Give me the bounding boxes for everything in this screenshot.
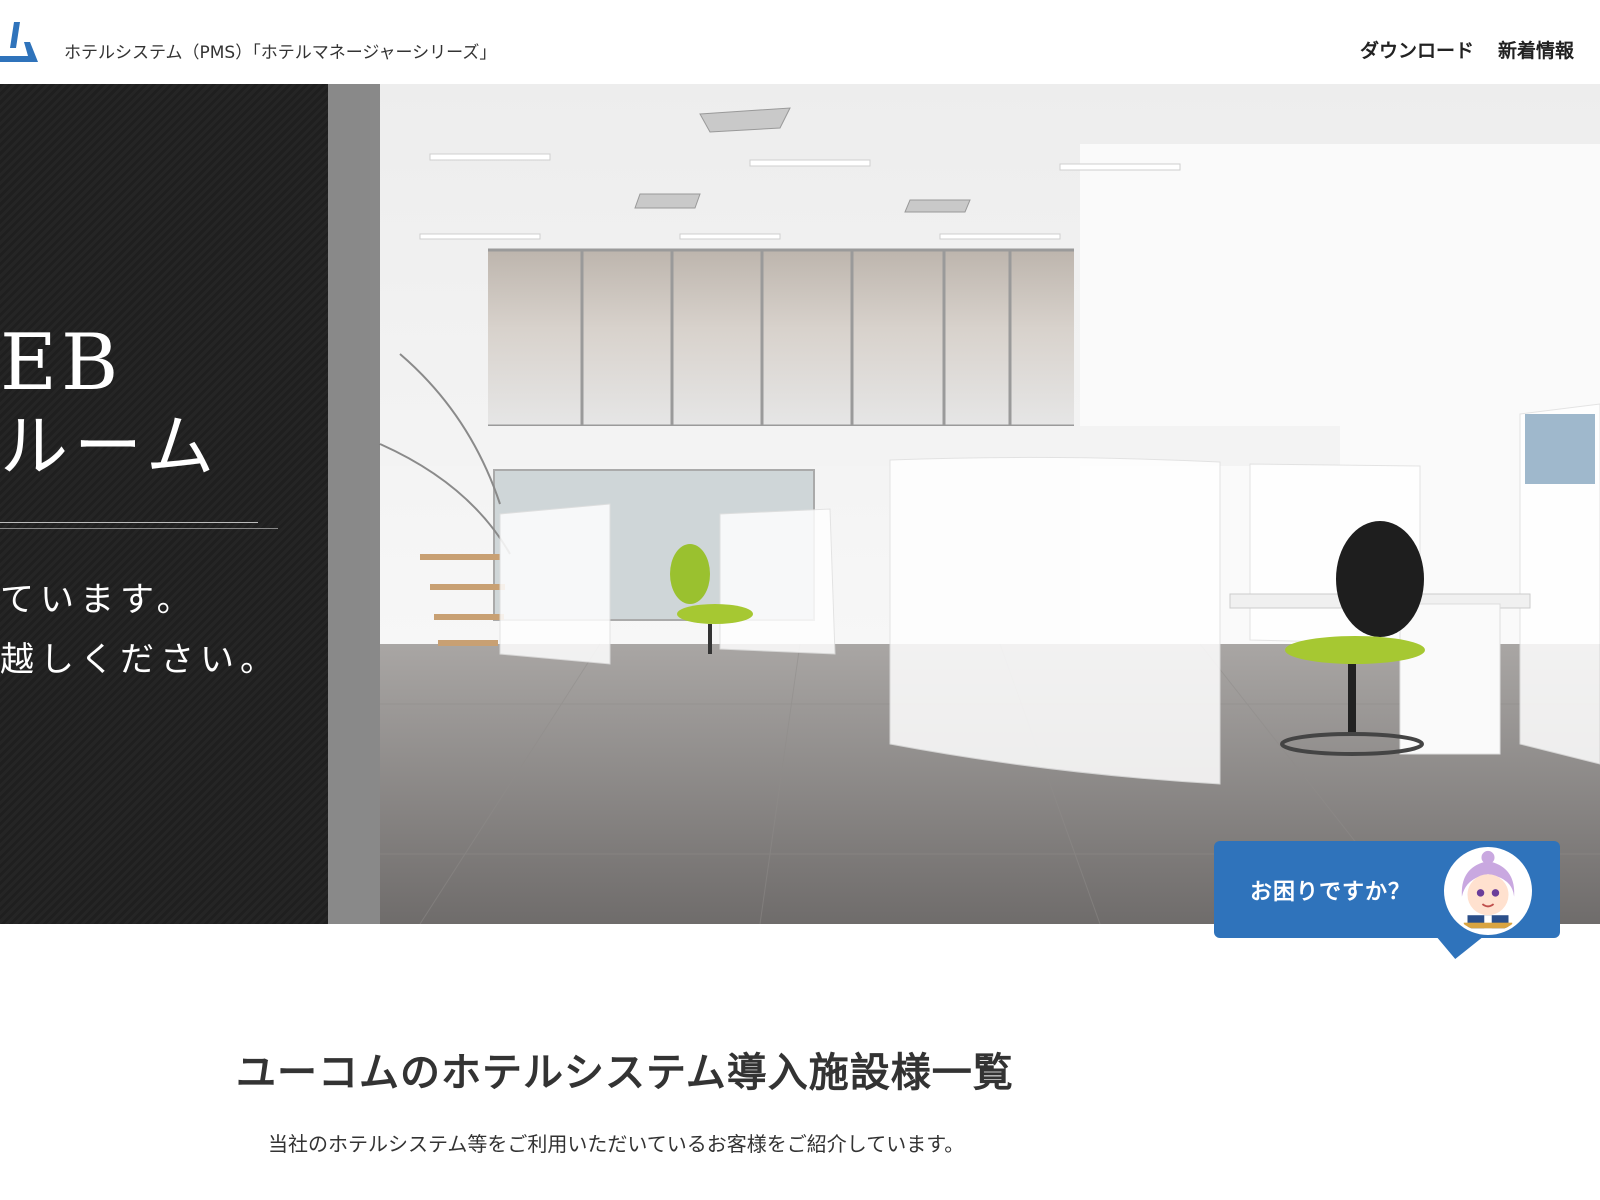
help-chat-button[interactable]: お困りですか？ [1214, 841, 1560, 938]
page-title: ユーコムのホテルシステム導入施設様一覧 [236, 1050, 1014, 1096]
hero-heading-line1: EB [0, 318, 123, 408]
hero-text-panel [0, 84, 328, 924]
help-bubble-tail [1436, 937, 1502, 959]
page-description: 当社のホテルシステム等をご利用いただいているお客様をご紹介しています。 [268, 1132, 965, 1156]
hero-banner: EB ルーム ています。 越しください。 [0, 84, 1600, 924]
hero-subtext-line1: ています。 [0, 580, 197, 620]
hero-subtext-line2: 越しください。 [0, 640, 280, 680]
main-nav: ダウンロード 新着情報 [1360, 36, 1574, 63]
support-character-icon [1444, 847, 1532, 935]
help-chat-label: お困りですか？ [1250, 880, 1412, 905]
hero-divider [0, 522, 258, 523]
site-header: ホテルシステム（PMS）「ホテルマネージャーシリーズ」 ダウンロード 新着情報 [0, 0, 1600, 84]
nav-news-link[interactable]: 新着情報 [1498, 36, 1574, 63]
hero-panel-shadow [328, 84, 380, 924]
nav-download-link[interactable]: ダウンロード [1360, 36, 1474, 63]
company-logo-icon[interactable] [0, 22, 38, 62]
hero-heading-line2: ルーム [0, 408, 220, 487]
site-tagline: ホテルシステム（PMS）「ホテルマネージャーシリーズ」 [64, 43, 497, 63]
hero-divider-secondary [0, 528, 278, 529]
